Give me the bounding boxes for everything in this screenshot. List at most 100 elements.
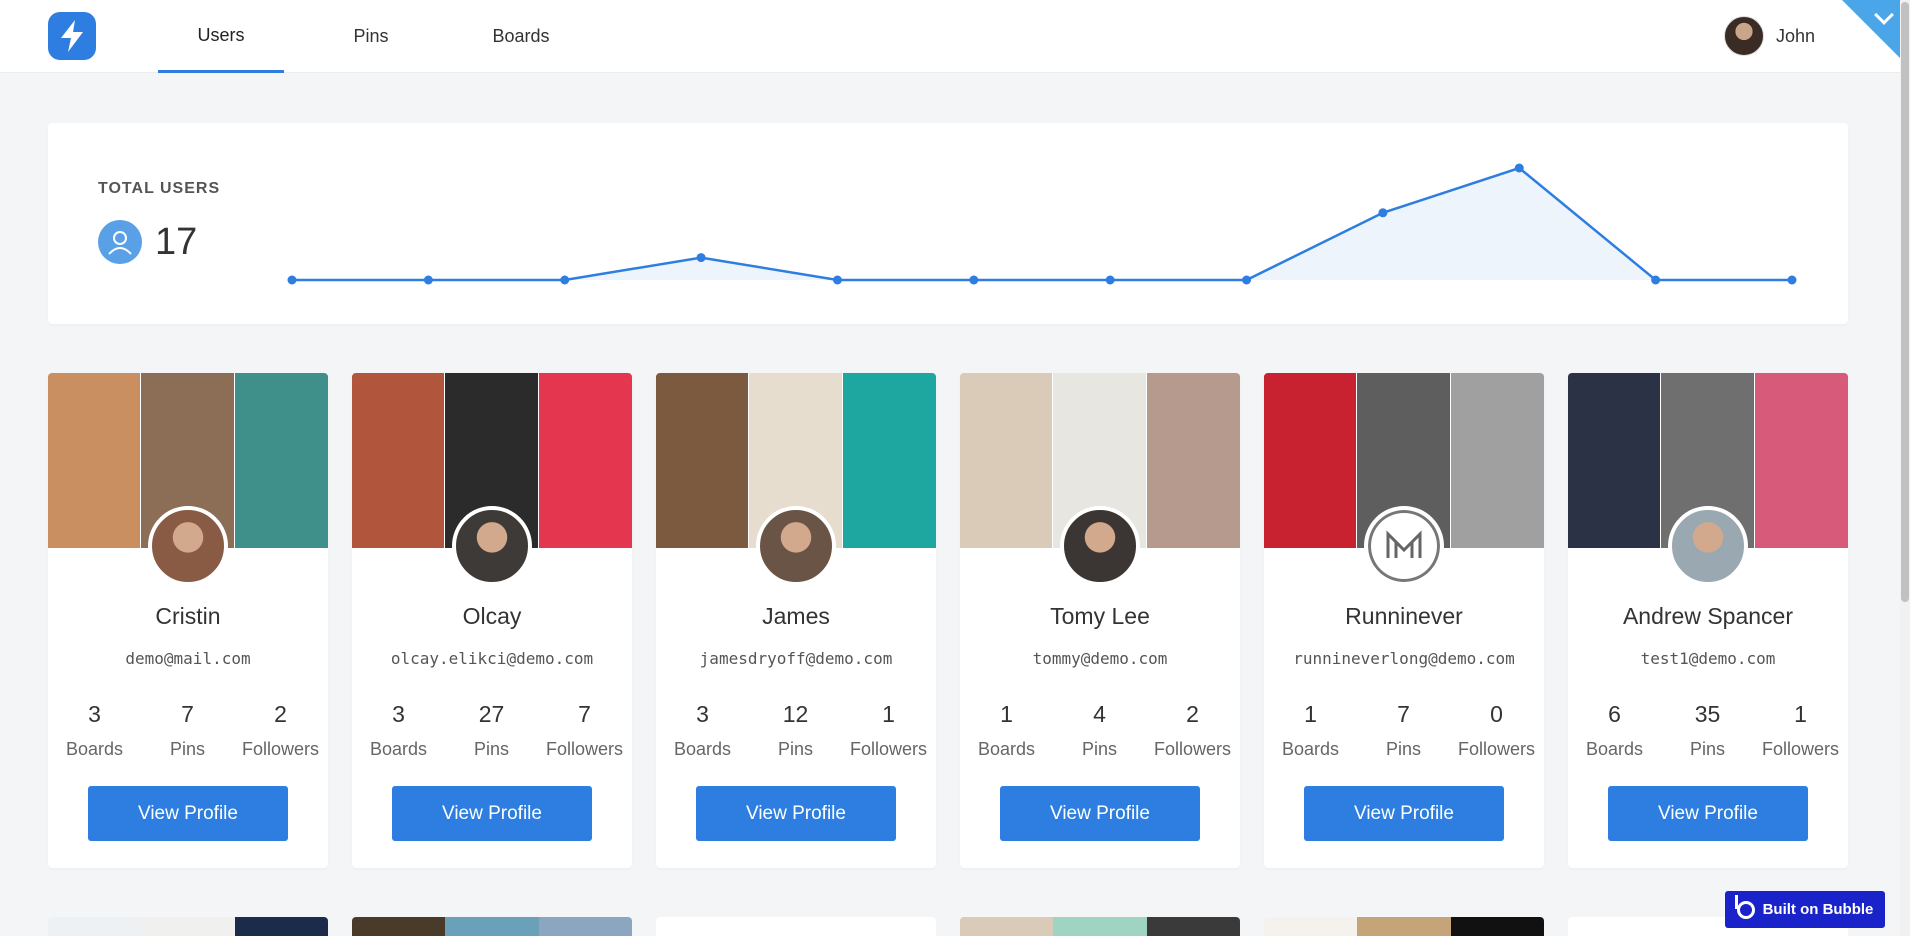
boards-label: Boards	[673, 739, 732, 759]
avatar[interactable]	[1060, 506, 1140, 586]
pins-stat: 7 Pins	[141, 701, 234, 760]
followers-stat: 0 Followers	[1450, 701, 1543, 760]
followers-stat: 7 Followers	[538, 701, 631, 760]
followers-count: 1	[882, 701, 895, 727]
avatar[interactable]	[1364, 506, 1444, 586]
user-name: Runninever	[1345, 603, 1463, 629]
cover-image[interactable]	[1754, 373, 1848, 548]
pins-count: 35	[1694, 701, 1721, 727]
followers-count: 0	[1490, 701, 1503, 727]
boards-count: 3	[392, 701, 405, 727]
lightning-icon	[61, 20, 83, 52]
user-card: Cristin demo@mail.com 3 Boards 7 Pins 2 …	[48, 373, 328, 868]
chart-point[interactable]	[1651, 275, 1661, 285]
scrollbar[interactable]	[1900, 0, 1910, 936]
followers-label: Followers	[849, 739, 928, 759]
card-peek	[48, 917, 328, 936]
chart-point[interactable]	[287, 275, 297, 285]
followers-label: Followers	[1457, 739, 1536, 759]
followers-stat: 1 Followers	[1754, 701, 1847, 760]
top-navbar: Users Pins Boards John	[0, 0, 1910, 73]
badge-label: Built on Bubble	[1762, 901, 1874, 918]
view-profile-button[interactable]: View Profile	[88, 786, 288, 841]
app-logo[interactable]	[48, 12, 96, 60]
cover-image[interactable]	[1568, 373, 1662, 548]
built-on-bubble-badge[interactable]: Built on Bubble	[1725, 891, 1885, 928]
chart-point[interactable]	[1105, 275, 1115, 285]
boards-count: 3	[696, 701, 709, 727]
boards-label: Boards	[977, 739, 1036, 759]
chart-point[interactable]	[560, 275, 570, 285]
cover-image[interactable]	[1264, 373, 1358, 548]
avatar[interactable]	[1668, 506, 1748, 586]
boards-label: Boards	[369, 739, 428, 759]
view-profile-button[interactable]: View Profile	[392, 786, 592, 841]
chart-point[interactable]	[969, 275, 979, 285]
user-name: John	[1775, 25, 1815, 46]
user-email: tommy@demo.com	[1032, 649, 1168, 668]
card-peek	[352, 917, 632, 936]
user-avatar[interactable]	[1723, 16, 1764, 56]
user-name: Cristin	[155, 603, 221, 629]
user-email: runnineverlong@demo.com	[1293, 649, 1515, 668]
boards-count: 6	[1608, 701, 1621, 727]
cover-image[interactable]	[656, 373, 750, 548]
chart-point[interactable]	[696, 253, 706, 263]
chart-point[interactable]	[1378, 208, 1388, 218]
cover-image[interactable]	[234, 373, 328, 548]
cover-image[interactable]	[48, 373, 142, 548]
boards-stat: 1 Boards	[960, 701, 1053, 760]
user-email: demo@mail.com	[125, 649, 251, 668]
boards-count: 1	[1000, 701, 1013, 727]
user-email: test1@demo.com	[1640, 649, 1776, 668]
followers-stat: 2 Followers	[234, 701, 327, 760]
view-profile-button[interactable]: View Profile	[1000, 786, 1200, 841]
pins-count: 27	[478, 701, 505, 727]
view-profile-button[interactable]: View Profile	[696, 786, 896, 841]
pins-label: Pins	[777, 739, 813, 759]
user-card: James jamesdryoff@demo.com 3 Boards 12 P…	[656, 373, 936, 868]
cover-image[interactable]	[352, 373, 446, 548]
boards-label: Boards	[65, 739, 124, 759]
user-card: Andrew Spancer test1@demo.com 6 Boards 3…	[1568, 373, 1848, 868]
pins-label: Pins	[1689, 739, 1725, 759]
user-menu[interactable]: John	[1723, 16, 1815, 56]
pins-count: 7	[1397, 701, 1410, 727]
pins-count: 4	[1093, 701, 1106, 727]
pins-label: Pins	[169, 739, 205, 759]
boards-stat: 3 Boards	[656, 701, 749, 760]
avatar[interactable]	[148, 506, 228, 586]
tab-pins[interactable]: Pins	[308, 0, 434, 73]
pins-count: 12	[782, 701, 809, 727]
chart-point[interactable]	[832, 275, 842, 285]
users-chart	[287, 163, 1797, 285]
pins-label: Pins	[1081, 739, 1117, 759]
cover-image[interactable]	[538, 373, 632, 548]
chart-point[interactable]	[423, 275, 433, 285]
scrollbar-thumb[interactable]	[1901, 2, 1909, 602]
chart-point[interactable]	[1514, 163, 1524, 173]
cover-image[interactable]	[1450, 373, 1544, 548]
tab-users[interactable]: Users	[158, 0, 284, 73]
tab-boards[interactable]: Boards	[458, 0, 584, 73]
chart-point[interactable]	[1242, 275, 1252, 285]
cover-image[interactable]	[1146, 373, 1240, 548]
user-name: Andrew Spancer	[1622, 603, 1794, 629]
m-logo-icon	[1386, 530, 1422, 558]
chart-point[interactable]	[1787, 275, 1797, 285]
pins-stat: 35 Pins	[1661, 701, 1754, 760]
view-profile-button[interactable]: View Profile	[1608, 786, 1808, 841]
user-card: Tomy Lee tommy@demo.com 1 Boards 4 Pins …	[960, 373, 1240, 868]
view-profile-button[interactable]: View Profile	[1304, 786, 1504, 841]
corner-toggle[interactable]	[1842, 0, 1900, 58]
followers-count: 2	[1186, 701, 1199, 727]
avatar[interactable]	[452, 506, 532, 586]
chart-area	[292, 168, 1792, 280]
pins-stat: 7 Pins	[1357, 701, 1450, 760]
followers-stat: 2 Followers	[1146, 701, 1239, 760]
avatar[interactable]	[756, 506, 836, 586]
cover-image[interactable]	[842, 373, 936, 548]
followers-label: Followers	[241, 739, 320, 759]
boards-count: 3	[88, 701, 101, 727]
cover-image[interactable]	[960, 373, 1054, 548]
